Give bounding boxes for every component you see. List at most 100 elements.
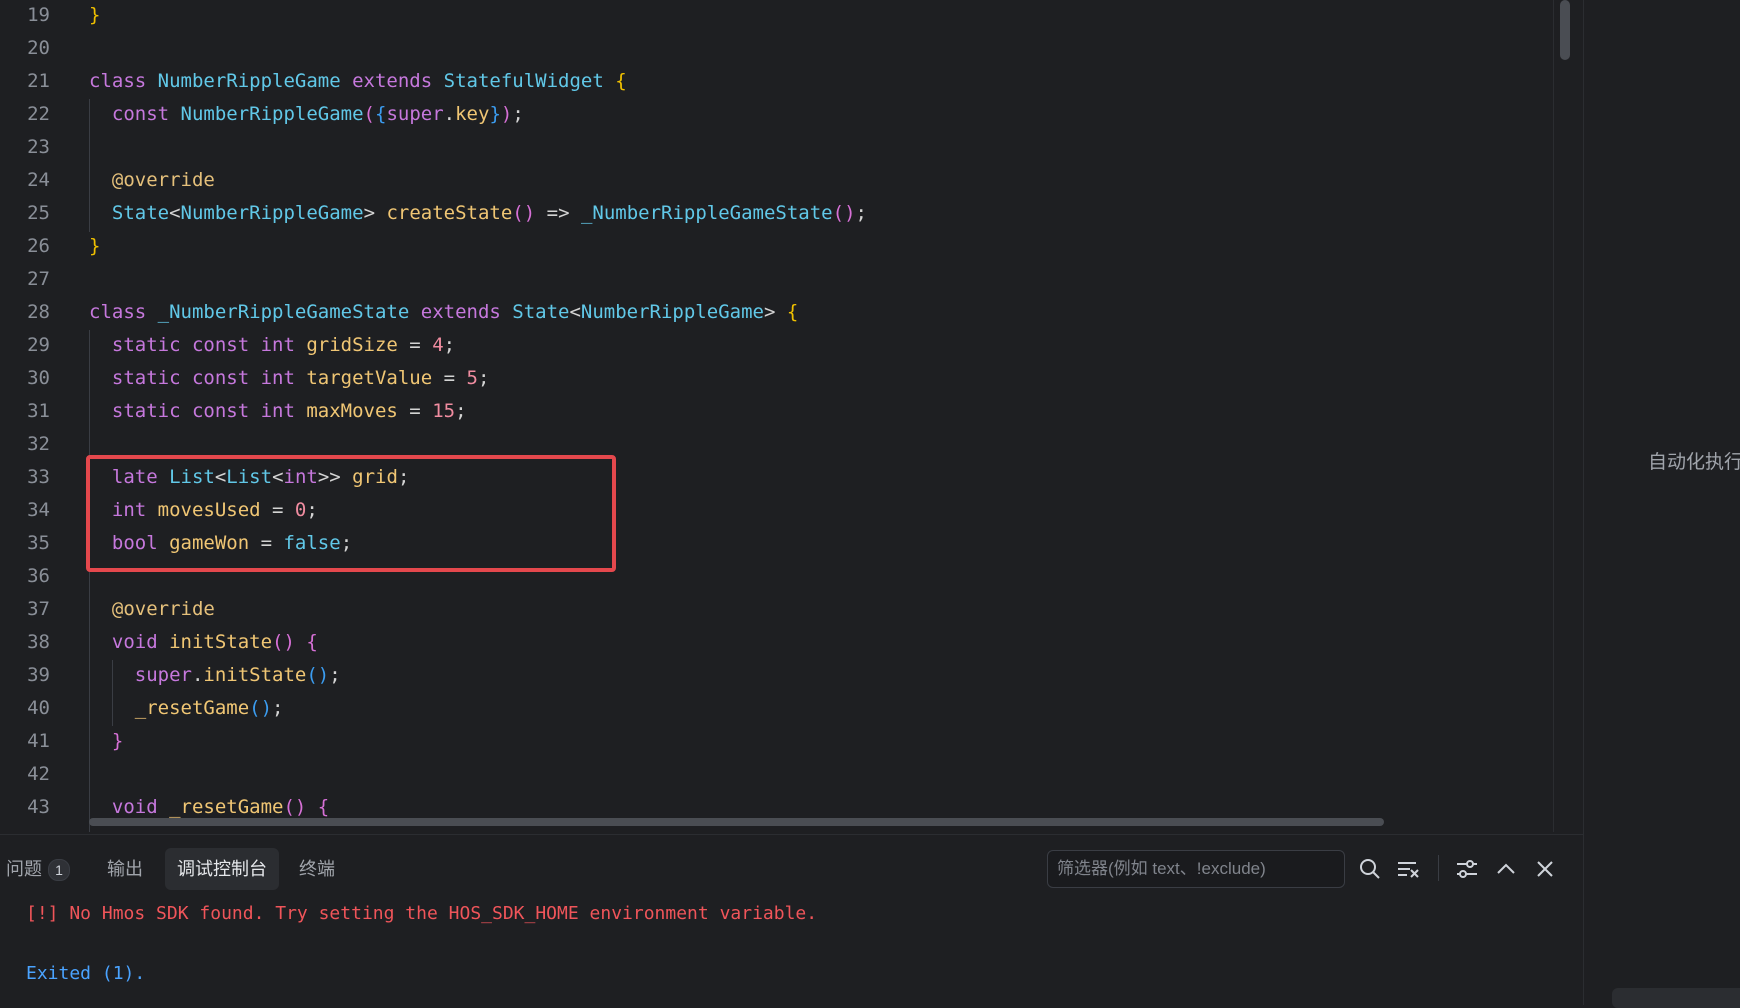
code-line[interactable]: 20	[0, 32, 1540, 65]
code-text: const NumberRippleGame({super.key});	[89, 98, 524, 131]
code-line[interactable]: 21 class NumberRippleGame extends Statefu…	[0, 65, 1540, 98]
code-line[interactable]: 28 class _NumberRippleGameState extends S…	[0, 296, 1540, 329]
code-token: ;	[443, 334, 456, 356]
code-token: ()	[249, 697, 273, 719]
panel-chip	[1612, 988, 1740, 1008]
code-token: NumberRippleGame	[157, 70, 353, 92]
code-token: 5	[466, 367, 478, 389]
code-token: ()	[512, 202, 536, 224]
code-text: State<NumberRippleGame> createState() =>…	[89, 197, 867, 230]
code-token: =>	[535, 202, 581, 224]
line-number: 20	[27, 37, 50, 59]
code-token: ()	[283, 796, 318, 818]
search-icon[interactable]	[1356, 855, 1384, 883]
code-token: >	[763, 301, 787, 323]
line-number: 27	[27, 268, 50, 290]
code-token: ;	[329, 664, 341, 686]
code-line[interactable]: 38 void initState() {	[0, 626, 1540, 659]
code-token: createState	[386, 202, 513, 224]
code-token: StatefulWidget	[443, 70, 616, 92]
code-token: targetValue	[306, 367, 433, 389]
code-token: 15	[432, 400, 456, 422]
code-text: }	[89, 230, 100, 263]
code-text: _resetGame();	[89, 692, 284, 725]
code-line[interactable]: 39 super.initState();	[0, 659, 1540, 692]
line-number: 36	[27, 565, 50, 587]
tab-output[interactable]: 输出	[95, 848, 155, 890]
code-token: NumberRippleGame	[180, 103, 364, 125]
code-token: key	[455, 103, 490, 125]
code-line[interactable]: 40 _resetGame();	[0, 692, 1540, 725]
tab-debug-console[interactable]: 调试控制台	[165, 848, 279, 890]
filter-settings-icon[interactable]	[1453, 855, 1481, 883]
line-number: 30	[27, 367, 50, 389]
code-text: class NumberRippleGame extends StatefulW…	[89, 65, 627, 98]
chevron-up-icon[interactable]	[1492, 855, 1520, 883]
code-line[interactable]: 42	[0, 758, 1540, 791]
code-line[interactable]: 19}	[0, 0, 1540, 32]
code-line[interactable]: 41 }	[0, 725, 1540, 758]
code-line[interactable]: 26}	[0, 230, 1540, 263]
line-number: 35	[27, 532, 50, 554]
line-number: 31	[27, 400, 50, 422]
code-line[interactable]: 23	[0, 131, 1540, 164]
code-token: =	[397, 334, 433, 356]
line-number: 41	[27, 730, 50, 752]
tab-label: 输出	[107, 859, 143, 879]
close-icon[interactable]	[1531, 855, 1559, 883]
code-token: ()	[832, 202, 856, 224]
vertical-scrollbar[interactable]	[1560, 0, 1570, 60]
indent-guide	[112, 660, 113, 726]
code-line[interactable]: 22 const NumberRippleGame({super.key});	[0, 98, 1540, 131]
code-editor[interactable]: 43 void _resetGame() {42 41 } 40 _resetGam…	[0, 0, 1583, 832]
code-line[interactable]: 25 State<NumberRippleGame> createState()…	[0, 197, 1540, 230]
code-line[interactable]: 27	[0, 263, 1540, 296]
code-text: void initState() {	[89, 626, 318, 659]
indent-guide	[89, 99, 90, 232]
clear-console-icon[interactable]	[1394, 855, 1422, 883]
filter-input[interactable]: 筛选器(例如 text、!exclude)	[1047, 850, 1345, 888]
code-token: {	[786, 301, 799, 323]
code-line[interactable]: 29 static const int gridSize = 4;	[0, 329, 1540, 362]
code-text: static const int gridSize = 4;	[89, 329, 455, 362]
console-exit-line: Exited (1).	[26, 963, 146, 984]
tab-problems[interactable]: 问题 1	[0, 848, 82, 890]
line-number: 19	[27, 4, 50, 26]
code-token: _NumberRippleGameState	[157, 301, 421, 323]
code-line[interactable]: 24 @override	[0, 164, 1540, 197]
automation-label[interactable]: 自动化执行	[1648, 447, 1740, 474]
code-line[interactable]: 37 @override	[0, 593, 1540, 626]
code-token: @override	[89, 598, 215, 620]
line-number: 24	[27, 169, 50, 191]
code-token: ()	[272, 631, 307, 653]
code-token: initState	[203, 664, 307, 686]
line-number: 39	[27, 664, 50, 686]
code-text: @override	[89, 164, 215, 197]
code-token: class	[89, 301, 158, 323]
tab-terminal[interactable]: 终端	[287, 848, 347, 890]
code-token: extends	[420, 301, 513, 323]
horizontal-scrollbar[interactable]	[89, 818, 1384, 826]
code-token: )	[500, 103, 513, 125]
line-number: 32	[27, 433, 50, 455]
code-token: {	[306, 631, 318, 653]
line-number: 38	[27, 631, 50, 653]
line-number: 23	[27, 136, 50, 158]
toolbar-divider	[1438, 855, 1439, 881]
code-line[interactable]: 30 static const int targetValue = 5;	[0, 362, 1540, 395]
highlight-annotation-box	[86, 455, 616, 572]
code-token: {	[317, 796, 330, 818]
code-token: class	[89, 70, 158, 92]
tab-label: 终端	[299, 859, 335, 879]
code-text: static const int targetValue = 5;	[89, 362, 490, 395]
code-token: ;	[512, 103, 524, 125]
code-line[interactable]: 31 static const int maxMoves = 15;	[0, 395, 1540, 428]
tab-label: 问题	[6, 859, 42, 879]
code-text: class _NumberRippleGameState extends Sta…	[89, 296, 798, 329]
code-token: <	[169, 202, 181, 224]
code-text: static const int maxMoves = 15;	[89, 395, 467, 428]
code-text: }	[89, 0, 100, 32]
bottom-panel: 问题 1 输出 调试控制台 终端 筛选器(例如 text、!exclude) [!…	[0, 834, 1583, 1006]
code-token: _resetGame	[89, 697, 250, 719]
code-token: gridSize	[306, 334, 398, 356]
